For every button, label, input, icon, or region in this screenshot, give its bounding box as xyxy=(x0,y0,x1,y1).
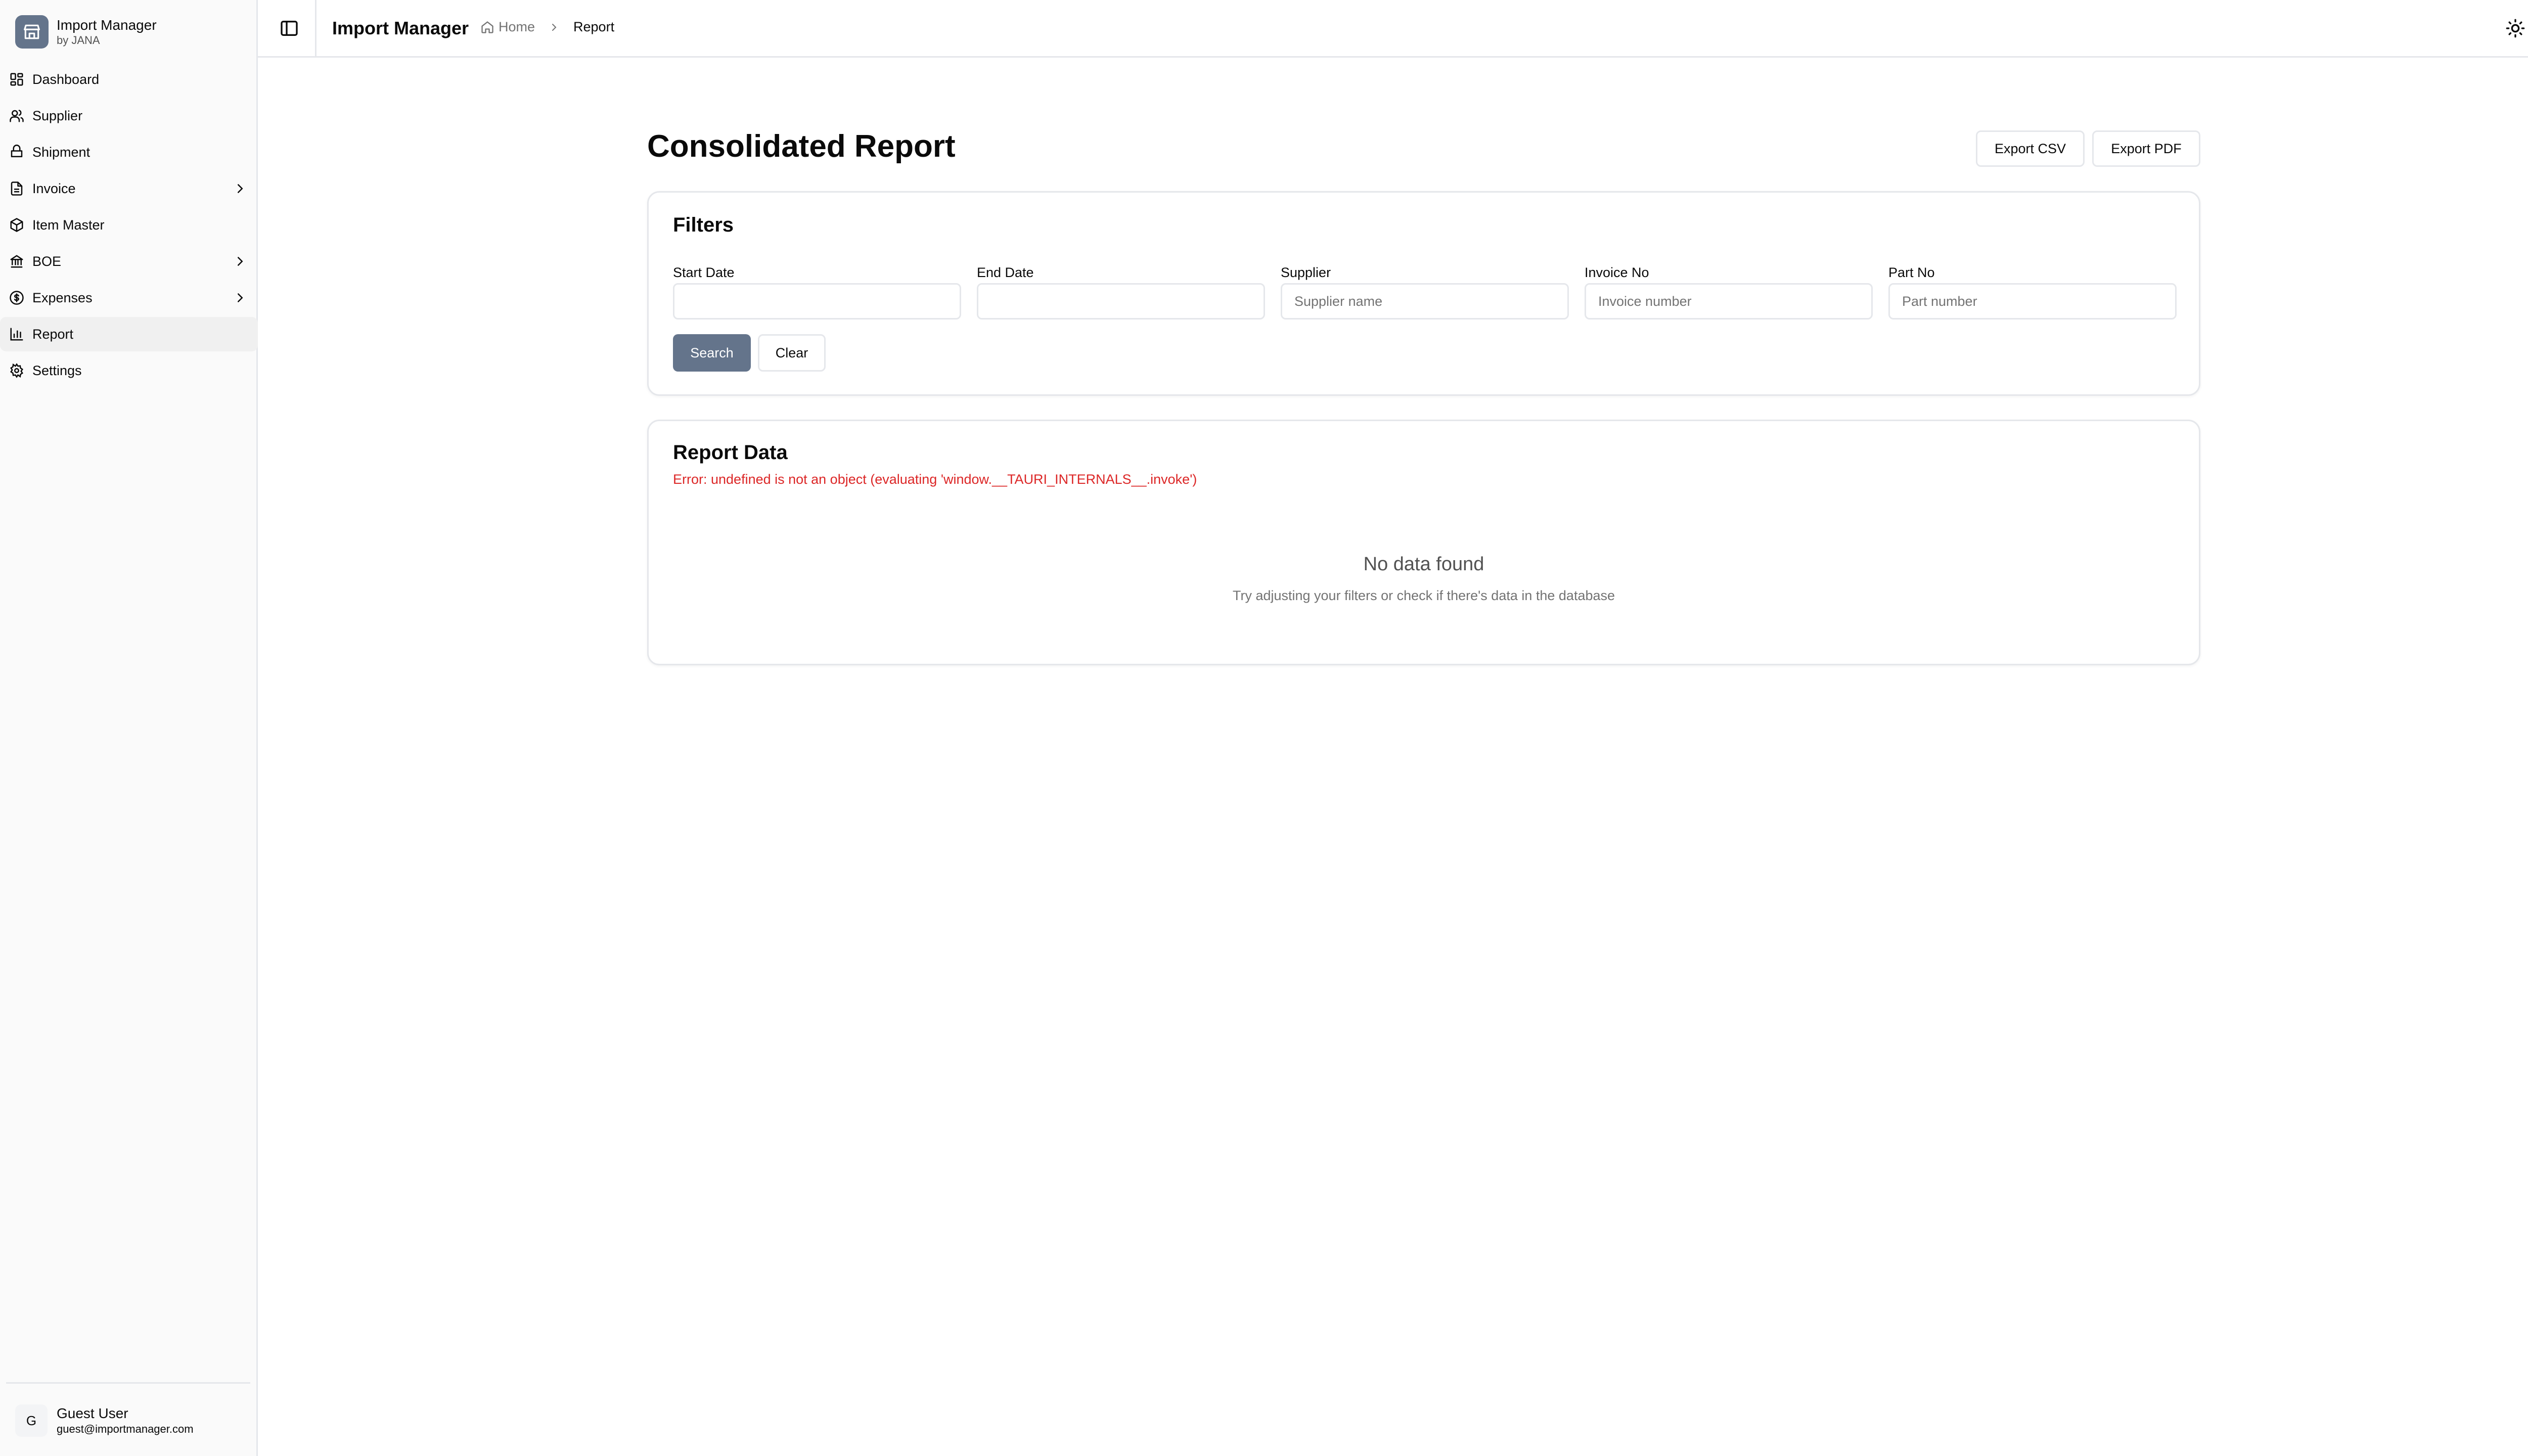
chevron-right-icon[interactable] xyxy=(233,290,248,305)
dashboard-icon xyxy=(9,72,24,87)
sidebar-item-label: Invoice xyxy=(32,180,76,196)
filters-title: Filters xyxy=(673,214,734,236)
brand-subtitle: by JANA xyxy=(57,34,100,47)
export-csv-button[interactable]: Export CSV xyxy=(1976,130,2085,167)
sidebar-item-supplier[interactable]: Supplier xyxy=(0,99,258,133)
users-icon xyxy=(9,108,24,123)
sidebar-toggle-icon[interactable] xyxy=(279,18,299,38)
invoice-no-input[interactable] xyxy=(1585,283,1873,320)
breadcrumb-home-label: Home xyxy=(499,19,535,34)
sidebar-item-expenses[interactable]: Expenses xyxy=(0,281,258,315)
chevron-right-icon xyxy=(548,21,560,33)
sidebar-item-report[interactable]: Report xyxy=(0,317,258,351)
empty-state-subtitle: Try adjusting your filters or check if t… xyxy=(1232,588,1615,603)
divider xyxy=(315,0,317,58)
part-no-input[interactable] xyxy=(1888,283,2177,320)
breadcrumb-current: Report xyxy=(573,19,615,34)
chevron-right-icon[interactable] xyxy=(233,181,248,196)
search-button[interactable]: Search xyxy=(673,334,751,372)
empty-state-title: No data found xyxy=(1363,554,1484,575)
home-icon xyxy=(481,21,493,33)
dollar-icon xyxy=(9,290,24,305)
sidebar-item-label: Expenses xyxy=(32,290,93,305)
sun-icon[interactable] xyxy=(2505,18,2525,38)
error-message: Error: undefined is not an object (evalu… xyxy=(673,472,1197,487)
page-title: Consolidated Report xyxy=(647,129,956,164)
sidebar: Import Manager by JANA Dashboard Supplie… xyxy=(0,0,258,1456)
sidebar-item-item-master[interactable]: Item Master xyxy=(0,208,258,242)
sidebar-divider xyxy=(6,1382,250,1384)
store-icon xyxy=(15,15,49,49)
sidebar-nav: Dashboard Supplier Shipment Invoice Item… xyxy=(0,62,258,390)
landmark-icon xyxy=(9,254,24,269)
user-name: Guest User xyxy=(57,1405,128,1421)
sidebar-item-invoice[interactable]: Invoice xyxy=(0,171,258,206)
user-menu[interactable]: G Guest User guest@importmanager.com xyxy=(15,1404,194,1437)
breadcrumb-home[interactable]: Home xyxy=(480,19,535,35)
supplier-input[interactable] xyxy=(1281,283,1569,320)
ship-icon xyxy=(9,145,24,160)
sidebar-item-label: Settings xyxy=(32,362,82,378)
filters-card: Filters Start Date End Date Supplier Inv… xyxy=(647,191,2200,396)
sidebar-item-settings[interactable]: Settings xyxy=(0,353,258,388)
export-pdf-button[interactable]: Export PDF xyxy=(2092,130,2200,167)
supplier-label: Supplier xyxy=(1281,265,1331,280)
end-date-label: End Date xyxy=(977,265,1034,280)
brand-title: Import Manager xyxy=(57,17,157,33)
file-icon xyxy=(9,181,24,196)
sidebar-item-label: BOE xyxy=(32,253,62,269)
invoice-no-label: Invoice No xyxy=(1585,265,1649,280)
start-date-label: Start Date xyxy=(673,265,735,280)
sidebar-item-dashboard[interactable]: Dashboard xyxy=(0,62,258,97)
part-no-label: Part No xyxy=(1888,265,1935,280)
start-date-field[interactable] xyxy=(673,283,961,320)
sidebar-item-label: Supplier xyxy=(32,108,83,123)
sidebar-item-label: Shipment xyxy=(32,144,91,160)
end-date-field[interactable] xyxy=(977,283,1265,320)
sidebar-item-label: Dashboard xyxy=(32,71,100,87)
report-data-title: Report Data xyxy=(673,441,788,464)
user-email: guest@importmanager.com xyxy=(57,1423,194,1435)
chart-icon xyxy=(9,327,24,342)
avatar: G xyxy=(15,1404,48,1437)
sidebar-item-label: Report xyxy=(32,326,74,342)
sidebar-item-shipment[interactable]: Shipment xyxy=(0,135,258,169)
app-title: Import Manager xyxy=(332,18,469,38)
report-data-card: Report Data Error: undefined is not an o… xyxy=(647,420,2200,665)
top-bar: Import Manager Home Report xyxy=(258,0,2528,58)
sidebar-item-label: Item Master xyxy=(32,217,105,233)
brand[interactable]: Import Manager by JANA xyxy=(15,15,157,49)
clear-button[interactable]: Clear xyxy=(758,334,826,372)
gear-icon xyxy=(9,363,24,378)
chevron-right-icon[interactable] xyxy=(233,254,248,269)
box-icon xyxy=(9,217,24,233)
breadcrumb: Home Report xyxy=(480,19,614,35)
sidebar-item-boe[interactable]: BOE xyxy=(0,244,258,279)
